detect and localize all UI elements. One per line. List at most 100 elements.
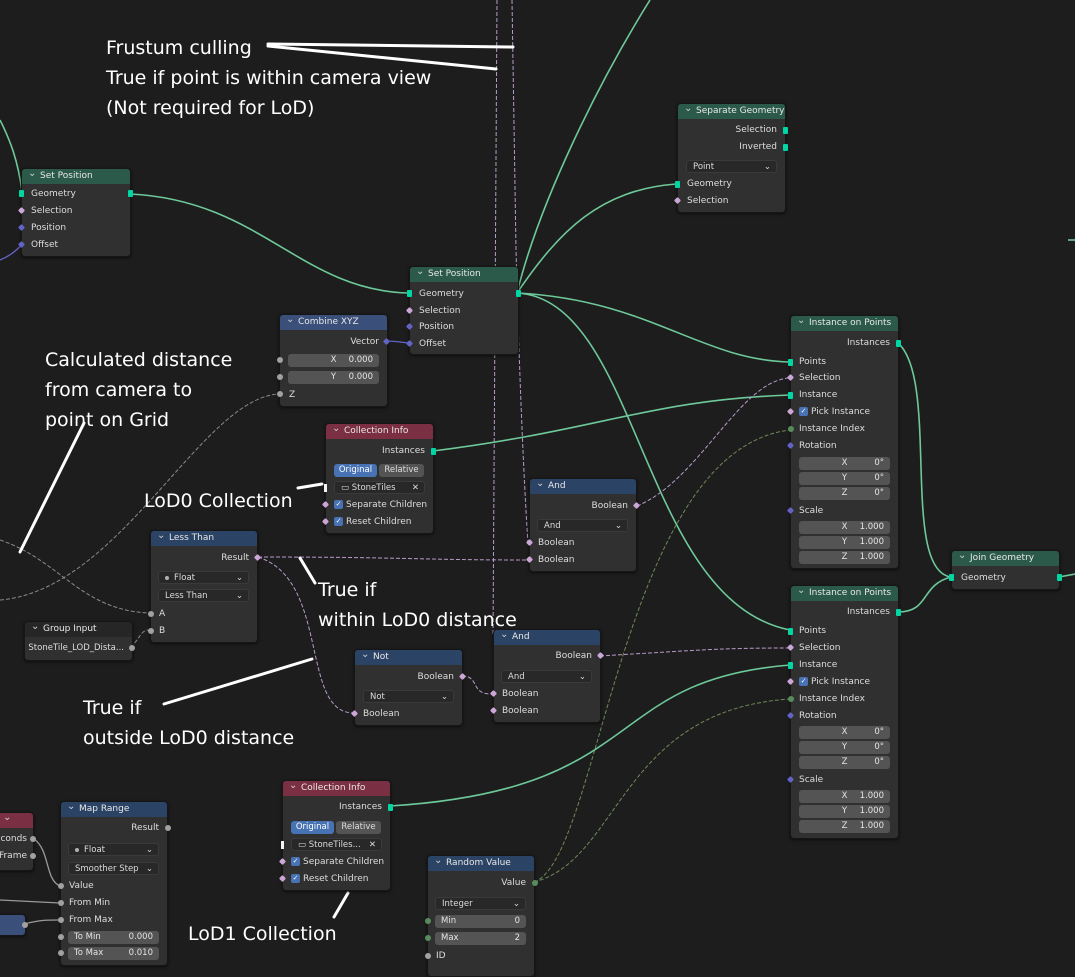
- domain-dropdown[interactable]: Point ⌄: [686, 160, 777, 173]
- node-partial-value[interactable]: [0, 914, 28, 936]
- socket-instances-out[interactable]: [431, 448, 436, 455]
- rotation-x-field[interactable]: X 0°: [799, 726, 890, 739]
- node-random-value[interactable]: Random Value Value Integer⌄ Min0 Max2 ID: [425, 855, 538, 977]
- y-field[interactable]: Y 0.000: [288, 371, 379, 384]
- socket-geometry-in[interactable]: [949, 574, 954, 581]
- scale-z-field[interactable]: Z 1.000: [799, 820, 890, 833]
- x-field[interactable]: X 0.000: [288, 354, 379, 367]
- relative-toggle[interactable]: Relative: [336, 821, 381, 834]
- socket-instance-in[interactable]: [788, 392, 793, 399]
- pick-instance-checkbox[interactable]: ✓ Pick Instance: [799, 675, 870, 689]
- type-dropdown[interactable]: Float ⌄: [68, 843, 159, 856]
- close-icon[interactable]: ✕: [369, 839, 376, 852]
- node-partial-left[interactable]: conds Frame: [0, 812, 36, 871]
- node-set-position-1[interactable]: Set Position Geometry Selection Position…: [17, 168, 133, 257]
- socket-from-min-in[interactable]: [58, 900, 64, 906]
- rotation-z-field[interactable]: Z 0°: [799, 756, 890, 769]
- scale-x-field[interactable]: X 1.000: [799, 521, 890, 534]
- node-header[interactable]: Less Than: [151, 531, 257, 546]
- separate-children-checkbox[interactable]: ✓ Separate Children: [334, 498, 427, 512]
- node-less-than[interactable]: Less Than Result Float⌄ Less Than⌄ A B: [148, 530, 262, 643]
- socket-selection-out[interactable]: [783, 127, 788, 134]
- node-header[interactable]: Instance on Points: [791, 316, 898, 331]
- collection-selector[interactable]: ▭ StoneTiles... ✕: [291, 838, 382, 851]
- socket-max-in[interactable]: [425, 935, 431, 941]
- interpolation-dropdown[interactable]: Smoother Step ⌄: [68, 862, 159, 875]
- type-dropdown[interactable]: Integer ⌄: [435, 897, 526, 910]
- type-dropdown[interactable]: Float ⌄: [158, 571, 249, 584]
- socket-value-out[interactable]: [532, 880, 538, 886]
- node-not[interactable]: Not Boolean Not⌄ Boolean: [350, 649, 467, 726]
- node-instance-on-points-1[interactable]: Instance on Points Instances Points Sele…: [786, 315, 901, 569]
- node-header[interactable]: Random Value: [428, 856, 534, 871]
- node-header[interactable]: Group Input: [25, 622, 132, 637]
- socket-to-max-in[interactable]: [58, 950, 64, 956]
- to-max-field[interactable]: To Max 0.010: [68, 947, 159, 960]
- socket-from-max-in[interactable]: [58, 917, 64, 923]
- socket-value-out[interactable]: [22, 922, 28, 928]
- node-header[interactable]: Combine XYZ: [280, 315, 387, 330]
- socket-instance-in[interactable]: [788, 662, 793, 669]
- rotation-y-field[interactable]: Y 0°: [799, 741, 890, 754]
- socket-inverted-out[interactable]: [783, 144, 788, 151]
- socket-y-in[interactable]: [277, 374, 283, 380]
- relative-toggle[interactable]: Relative: [379, 464, 424, 477]
- node-map-range[interactable]: Map Range Result Float⌄ Smoother Step⌄ V…: [58, 801, 171, 966]
- close-icon[interactable]: ✕: [412, 482, 419, 495]
- socket-instances-out[interactable]: [388, 804, 393, 811]
- node-instance-on-points-2[interactable]: Instance on Points Instances Points Sele…: [786, 585, 901, 839]
- original-toggle[interactable]: Original: [334, 464, 377, 477]
- socket-geometry-in[interactable]: [407, 290, 412, 297]
- socket-b-in[interactable]: [148, 628, 154, 634]
- socket-seconds-out[interactable]: [30, 836, 36, 842]
- reset-children-checkbox[interactable]: ✓ Reset Children: [334, 515, 411, 529]
- socket-z-in[interactable]: [277, 391, 283, 397]
- min-field[interactable]: Min 0: [435, 915, 526, 928]
- operation-dropdown[interactable]: And ⌄: [501, 670, 592, 683]
- node-group-input[interactable]: Group Input StoneTile_LOD_Dista...: [24, 621, 135, 661]
- operation-dropdown[interactable]: Less Than ⌄: [158, 589, 249, 602]
- node-header[interactable]: Set Position: [22, 169, 130, 184]
- socket-min-in[interactable]: [425, 918, 431, 924]
- socket-distance-out[interactable]: [129, 645, 135, 651]
- node-header[interactable]: Separate Geometry: [678, 104, 785, 119]
- node-header[interactable]: And: [530, 479, 636, 494]
- collection-selector[interactable]: ▭ StoneTiles ✕: [334, 481, 425, 494]
- reset-children-checkbox[interactable]: ✓ Reset Children: [291, 872, 368, 886]
- socket-points-in[interactable]: [788, 359, 793, 366]
- node-header[interactable]: [0, 813, 33, 828]
- node-join-geometry[interactable]: Join Geometry Geometry: [949, 550, 1062, 590]
- socket-geometry-out[interactable]: [516, 290, 521, 297]
- rotation-x-field[interactable]: X 0°: [799, 457, 890, 470]
- socket-index-in[interactable]: [788, 426, 794, 432]
- separate-children-checkbox[interactable]: ✓ Separate Children: [291, 855, 384, 869]
- node-and-2[interactable]: And Boolean And⌄ Boolean Boolean: [489, 629, 605, 723]
- socket-geometry-in[interactable]: [19, 190, 24, 197]
- scale-z-field[interactable]: Z 1.000: [799, 551, 890, 564]
- socket-instances-out[interactable]: [896, 609, 901, 616]
- scale-y-field[interactable]: Y 1.000: [799, 536, 890, 549]
- scale-y-field[interactable]: Y 1.000: [799, 805, 890, 818]
- node-header[interactable]: Collection Info: [326, 424, 433, 439]
- node-header[interactable]: Collection Info: [283, 781, 390, 796]
- node-header[interactable]: Join Geometry: [952, 551, 1059, 566]
- node-collection-info-2[interactable]: Collection Info Instances Original Relat…: [278, 780, 393, 891]
- node-combine-xyz[interactable]: Combine XYZ Vector X0.000 Y0.000 Z: [277, 314, 391, 407]
- node-collection-info-1[interactable]: Collection Info Instances Original Relat…: [321, 423, 436, 534]
- operation-dropdown[interactable]: Not ⌄: [363, 690, 454, 703]
- node-separate-geometry[interactable]: Separate Geometry Selection Inverted Poi…: [673, 103, 788, 213]
- pick-instance-checkbox[interactable]: ✓ Pick Instance: [799, 405, 870, 419]
- socket-id-in[interactable]: [425, 953, 431, 959]
- node-header[interactable]: Not: [355, 650, 462, 665]
- socket-frame-out[interactable]: [30, 853, 36, 859]
- socket-index-in[interactable]: [788, 696, 794, 702]
- to-min-field[interactable]: To Min 0.000: [68, 931, 159, 944]
- node-header[interactable]: Set Position: [410, 267, 518, 282]
- socket-points-in[interactable]: [788, 628, 793, 635]
- socket-instances-out[interactable]: [896, 340, 901, 347]
- socket-result-out[interactable]: [165, 825, 171, 831]
- node-header[interactable]: And: [494, 630, 600, 645]
- socket-geometry-in[interactable]: [675, 181, 680, 188]
- socket-collection-in[interactable]: [281, 841, 284, 849]
- node-header[interactable]: Map Range: [61, 802, 167, 817]
